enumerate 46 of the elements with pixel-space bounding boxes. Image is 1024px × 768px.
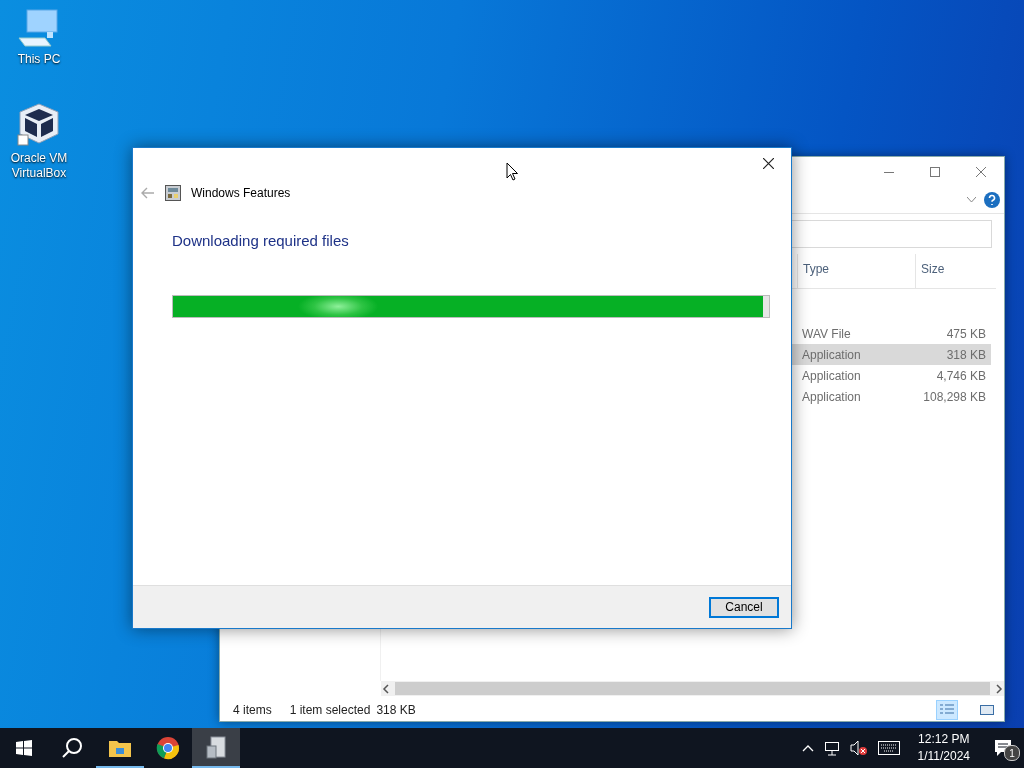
table-cell-text: 475 KB: [945, 326, 987, 341]
column-header[interactable]: Size: [915, 254, 995, 288]
dialog-title: Windows Features: [191, 186, 291, 200]
close-icon: [976, 167, 986, 177]
clock[interactable]: 12:12 PM 1/11/2024: [909, 731, 978, 765]
close-icon: [762, 157, 774, 169]
date-text: 1/11/2024: [917, 748, 970, 765]
network-icon[interactable]: [823, 740, 840, 756]
notifications-button[interactable]: 1: [988, 733, 1018, 763]
item-count: 4 items: [233, 703, 272, 717]
virtualbox-icon: [16, 101, 62, 147]
thumbnail-view-icon: [980, 704, 994, 716]
cancel-button[interactable]: Cancel: [709, 596, 779, 618]
keyboard-icon[interactable]: [877, 741, 900, 755]
chrome-icon: [156, 736, 180, 760]
table-cell-text: 4,746 KB: [935, 368, 987, 383]
table-cell-text: WAV File: [801, 326, 852, 341]
minimize-icon: [884, 171, 894, 173]
computer-icon: [17, 8, 61, 48]
table-cell-text: 318 KB: [945, 347, 987, 362]
window-icon: [165, 185, 181, 201]
table-cell-text: Application: [801, 389, 862, 404]
setup-icon: [205, 736, 227, 760]
column-header[interactable]: Type: [797, 254, 915, 288]
windows-logo-icon: [16, 740, 32, 756]
taskbar-app-button[interactable]: [192, 728, 240, 768]
mouse-pointer-icon: [506, 162, 519, 181]
selection-size: 318 KB: [376, 703, 416, 717]
caret-up-icon[interactable]: [801, 744, 814, 752]
chevron-icon[interactable]: [967, 197, 976, 203]
dialog-heading: Downloading required files: [172, 232, 350, 249]
table-cell-text: Application: [801, 368, 862, 383]
search-icon: [61, 737, 83, 759]
selection-count: 1 item selected: [289, 703, 371, 717]
details-view-icon: [940, 704, 954, 716]
desktop-icon-label[interactable]: This PC: [6, 52, 72, 67]
help-icon[interactable]: [984, 192, 1000, 208]
desktop-icon-label[interactable]: Oracle VM VirtualBox: [6, 151, 72, 181]
table-cell-text: 108,298 KB: [922, 389, 987, 404]
maximize-icon: [930, 167, 940, 177]
speaker-icon[interactable]: [849, 740, 868, 756]
horizontal-scrollbar[interactable]: [381, 681, 1004, 696]
time-text: 12:12 PM: [918, 731, 970, 748]
table-cell-text: Application: [801, 347, 862, 362]
notification-count: 1: [1004, 745, 1020, 761]
folder-icon: [108, 738, 132, 758]
